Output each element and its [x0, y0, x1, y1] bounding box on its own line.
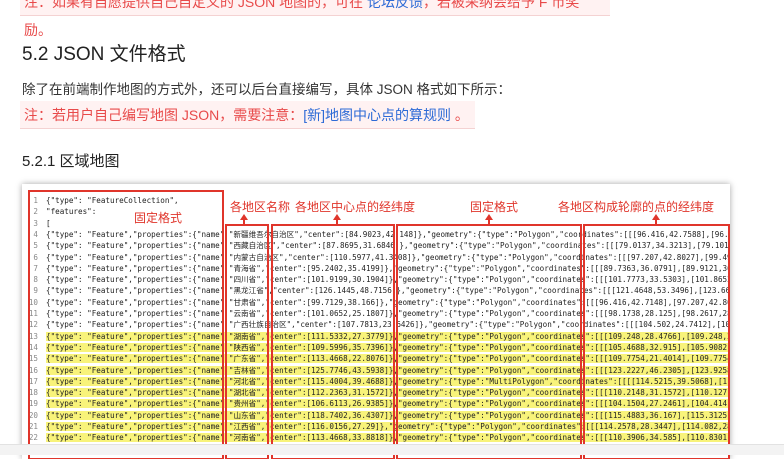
section-title: 5.2 JSON 文件格式: [22, 44, 186, 65]
fixed-format-box-left: [28, 190, 224, 459]
json-note: 注：若用户自己编写地图 JSON，需要注意：[新]地图中心点的算规则 。: [20, 101, 475, 129]
intro-text: 除了在前端制作地图的方式外，还可以后台直接编写，具体 JSON 格式如下所示：: [22, 82, 512, 97]
outline-coords-label: 各地区构成轮廓的点的经纬度: [558, 200, 715, 214]
reward-note-text: 注：如果有自愿提供自己自定义的 JSON 地图的，可在: [24, 0, 368, 10]
bottom-toolbar: [0, 444, 784, 455]
forum-feedback-link[interactable]: 论坛反馈: [367, 0, 423, 10]
subsection-title: 5.2.1 区域地图: [22, 153, 120, 170]
json-note-text: 注：若用户自己编写地图 JSON，需要注意：: [24, 107, 304, 123]
center-rule-link[interactable]: [新]地图中心点的算规则: [303, 107, 451, 123]
outline-coords-box: [583, 224, 730, 459]
fixed-format-box-right: [396, 224, 582, 459]
region-name-box: [225, 224, 269, 459]
arrow-outline-shaft: [655, 220, 657, 226]
region-name-label: 各地区名称: [230, 200, 291, 214]
center-coords-box: [271, 224, 395, 459]
center-coords-label: 各地区中心点的经纬度: [295, 200, 416, 214]
arrow-fixed-shaft: [488, 220, 490, 226]
json-code-screenshot: 1 {"type": "FeatureCollection", 2 "features…: [22, 184, 730, 459]
arrow-center-shaft: [336, 220, 338, 226]
json-note-suffix: 。: [451, 107, 469, 123]
reward-note: 注：如果有自愿提供自己自定义的 JSON 地图的，可在 论坛反馈，若被采纳会给予…: [20, 0, 610, 38]
fixed-format-label-right: 固定格式: [470, 200, 519, 214]
fixed-format-label-left: 固定格式: [134, 211, 183, 225]
arrow-region-name-shaft: [243, 220, 245, 226]
